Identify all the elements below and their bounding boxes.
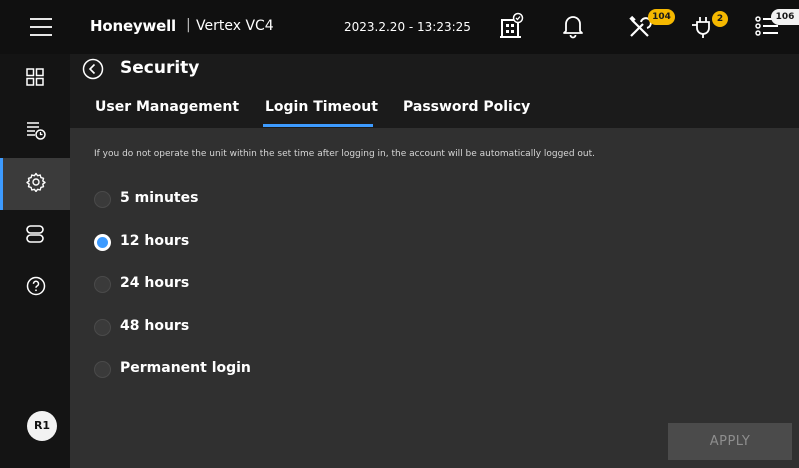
sidebar-item-schedule[interactable] <box>0 106 70 158</box>
radio-button[interactable] <box>94 276 111 293</box>
top-bar: Honeywell | Vertex VC4 2023.2.20 - 13:23… <box>0 0 799 54</box>
sidebar-item-dashboard[interactable] <box>0 54 70 106</box>
menu-icon[interactable] <box>30 18 52 36</box>
gear-icon <box>26 172 46 192</box>
brand-separator: | <box>186 17 191 33</box>
maintenance-badge: 104 <box>648 9 675 25</box>
timeout-description: If you do not operate the unit within th… <box>94 149 596 159</box>
apply-button[interactable]: APPLY <box>668 423 792 460</box>
brand-logo: Honeywell <box>90 17 177 35</box>
tab-user-management[interactable]: User Management <box>95 99 239 115</box>
bell-icon[interactable] <box>562 12 584 40</box>
device-model: Vertex VC4 <box>196 18 274 34</box>
option-label: 48 hours <box>120 318 190 334</box>
page-header: Security User Management Login Timeout P… <box>70 54 799 128</box>
option-label: 24 hours <box>120 275 190 291</box>
event-badge: 106 <box>771 9 799 25</box>
list-clock-icon <box>27 122 46 140</box>
help-icon <box>26 276 46 296</box>
radio-button-selected[interactable] <box>94 234 111 251</box>
back-arrow-icon[interactable] <box>82 58 104 80</box>
dashboard-grid-icon <box>26 68 44 86</box>
active-tab-indicator <box>263 124 373 127</box>
datetime-display: 2023.2.20 - 13:23:25 <box>344 20 471 34</box>
option-label: 12 hours <box>120 233 190 249</box>
radio-button[interactable] <box>94 191 111 208</box>
building-status-icon[interactable] <box>499 12 525 40</box>
sidebar-item-settings[interactable] <box>0 158 70 210</box>
alarm-badge: 2 <box>712 11 728 27</box>
avatar[interactable]: R1 <box>27 411 57 441</box>
device-icon <box>26 225 44 243</box>
tab-login-timeout[interactable]: Login Timeout <box>265 99 378 115</box>
sidebar-item-devices[interactable] <box>0 210 70 262</box>
page-title: Security <box>120 58 200 78</box>
tab-password-policy[interactable]: Password Policy <box>403 99 530 115</box>
login-timeout-panel: If you do not operate the unit within th… <box>70 128 799 468</box>
radio-button[interactable] <box>94 319 111 336</box>
sidebar-item-help[interactable] <box>0 262 70 314</box>
option-label: 5 minutes <box>120 190 199 206</box>
option-label: Permanent login <box>120 360 251 376</box>
sidebar: R1 <box>0 54 70 468</box>
radio-button[interactable] <box>94 361 111 378</box>
